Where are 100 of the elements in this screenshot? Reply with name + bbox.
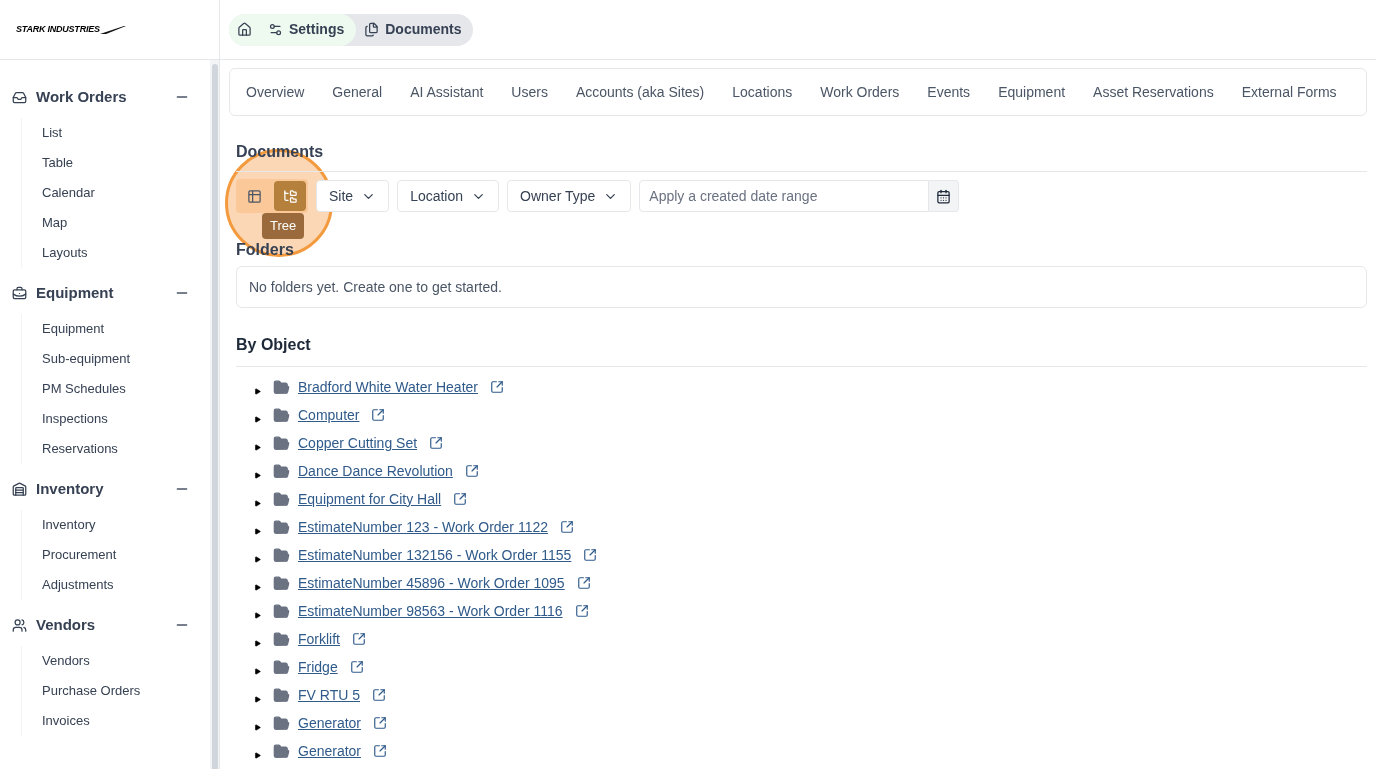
settings-tab[interactable]: General — [332, 81, 383, 103]
date-range-field[interactable]: Apply a created date range — [639, 180, 930, 212]
settings-tab[interactable]: AI Assistant — [410, 81, 484, 103]
documents-icon — [364, 22, 380, 37]
sidebar-item[interactable]: Vendors — [42, 646, 202, 676]
breadcrumb-link[interactable]: Settings — [260, 13, 357, 46]
section-icon — [12, 481, 27, 497]
object-link[interactable]: Generator — [298, 712, 362, 734]
section-title[interactable]: Vendors — [36, 613, 96, 637]
expand-arrow-icon[interactable] — [254, 415, 261, 423]
sidebar-item[interactable]: Adjustments — [42, 570, 202, 600]
calendar-icon — [936, 188, 952, 204]
settings-tab[interactable]: Work Orders — [820, 81, 900, 103]
section-title[interactable]: Inventory — [36, 477, 104, 501]
expand-arrow-icon[interactable] — [254, 695, 261, 703]
filter-dropdown[interactable]: Owner Type — [507, 180, 632, 212]
external-link-icon[interactable] — [373, 744, 388, 758]
expand-arrow-icon[interactable] — [254, 751, 261, 759]
empty-state-panel: No folders yet. Create one to get started. — [236, 266, 1367, 308]
external-link-icon[interactable] — [576, 576, 591, 590]
external-link-icon[interactable] — [371, 408, 386, 422]
object-link[interactable]: EstimateNumber 45896 - Work Order 1095 — [298, 572, 565, 594]
sidebar-item[interactable]: Calendar — [42, 178, 202, 208]
expand-arrow-icon[interactable] — [254, 639, 261, 647]
settings-tab[interactable]: Equipment — [998, 81, 1066, 103]
sidebar-item[interactable]: List — [42, 118, 202, 148]
sidebar-item[interactable]: Invoices — [42, 706, 202, 736]
sidebar-item[interactable]: Reservations — [42, 434, 202, 464]
sidebar-item[interactable]: Purchase Orders — [42, 676, 202, 706]
expand-arrow-icon[interactable] — [254, 443, 261, 451]
home-icon[interactable] — [237, 22, 252, 37]
external-link-icon[interactable] — [453, 492, 468, 506]
expand-arrow-icon[interactable] — [254, 527, 261, 535]
settings-tab[interactable]: Users — [511, 81, 548, 103]
sidebar-item[interactable]: Equipment — [42, 314, 202, 344]
folder-icon — [273, 714, 290, 732]
tree-view-button[interactable] — [274, 181, 306, 211]
settings-tab[interactable]: Events — [927, 81, 971, 103]
settings-tab[interactable]: Asset Reservations — [1093, 81, 1214, 103]
folder-icon — [273, 686, 290, 704]
filter-dropdown[interactable]: Site — [316, 180, 390, 212]
object-link[interactable]: EstimateNumber 98563 - Work Order 1116 — [298, 600, 563, 622]
section-icon — [12, 89, 27, 105]
folder-icon — [273, 602, 290, 620]
object-link[interactable]: Bradford White Water Heater — [298, 376, 478, 398]
expand-arrow-icon[interactable] — [254, 499, 261, 507]
settings-tab[interactable]: Overview — [246, 81, 305, 103]
external-link-icon[interactable] — [352, 632, 366, 646]
object-link[interactable]: Fridge — [298, 656, 338, 678]
object-link[interactable]: EstimateNumber 123 - Work Order 1122 — [298, 516, 549, 538]
expand-arrow-icon[interactable] — [254, 583, 261, 591]
sidebar-item[interactable]: Procurement — [42, 540, 202, 570]
object-link[interactable]: EstimateNumber 132156 - Work Order 1155 — [298, 544, 572, 566]
expand-arrow-icon[interactable] — [254, 387, 261, 395]
external-link-icon[interactable] — [464, 464, 479, 478]
expand-arrow-icon[interactable] — [254, 723, 261, 731]
sidebar-item[interactable]: PM Schedules — [42, 374, 202, 404]
object-link[interactable]: Dance Dance Revolution — [298, 460, 453, 482]
company-logo[interactable]: STARK INDUSTRIES — [16, 22, 126, 37]
settings-tab[interactable]: Locations — [732, 81, 793, 103]
expand-arrow-icon[interactable] — [254, 471, 261, 479]
calendar-button[interactable] — [929, 180, 960, 212]
external-link-icon[interactable] — [583, 548, 598, 562]
section-title[interactable]: Equipment — [36, 281, 114, 305]
external-link-icon[interactable] — [574, 604, 589, 618]
sidebar-item[interactable]: Inventory — [42, 510, 202, 540]
object-link[interactable]: Forklift — [298, 628, 340, 650]
section-heading: By Object — [236, 333, 1367, 367]
sidebar-item[interactable]: Map — [42, 208, 202, 238]
folder-icon — [273, 546, 290, 564]
external-link-icon[interactable] — [490, 380, 504, 394]
sidebar-item[interactable]: Table — [42, 148, 202, 178]
folder-icon — [273, 630, 290, 648]
settings-tab[interactable]: Accounts (aka Sites) — [575, 81, 705, 103]
sidebar-item[interactable]: Inspections — [42, 404, 202, 434]
section-icon — [12, 285, 27, 301]
object-link[interactable]: Computer — [298, 404, 360, 426]
filter-dropdown[interactable]: Location — [397, 180, 500, 212]
external-link-icon[interactable] — [349, 660, 364, 674]
object-link[interactable]: FV RTU 5 — [298, 684, 360, 706]
section-icon — [12, 617, 27, 633]
object-link[interactable]: Copper Cutting Set — [298, 432, 418, 454]
sidebar-item[interactable]: Layouts — [42, 238, 202, 268]
sidebar-item[interactable]: Sub-equipment — [42, 344, 202, 374]
folder-icon — [273, 574, 290, 592]
external-link-icon[interactable] — [372, 688, 386, 702]
object-link[interactable]: Equipment for City Hall — [298, 488, 442, 510]
external-link-icon[interactable] — [373, 716, 388, 730]
scrollbar[interactable] — [210, 60, 219, 769]
expand-arrow-icon[interactable] — [254, 667, 261, 675]
object-link[interactable]: Generator — [298, 740, 362, 762]
settings-tab[interactable]: External Forms — [1241, 81, 1337, 103]
folder-icon — [273, 518, 290, 536]
external-link-icon[interactable] — [429, 436, 444, 450]
breadcrumb-link[interactable]: Documents — [356, 13, 474, 46]
section-title[interactable]: Work Orders — [36, 85, 127, 109]
folder-icon — [273, 378, 290, 396]
external-link-icon[interactable] — [560, 520, 575, 534]
expand-arrow-icon[interactable] — [254, 555, 261, 563]
expand-arrow-icon[interactable] — [254, 611, 261, 619]
